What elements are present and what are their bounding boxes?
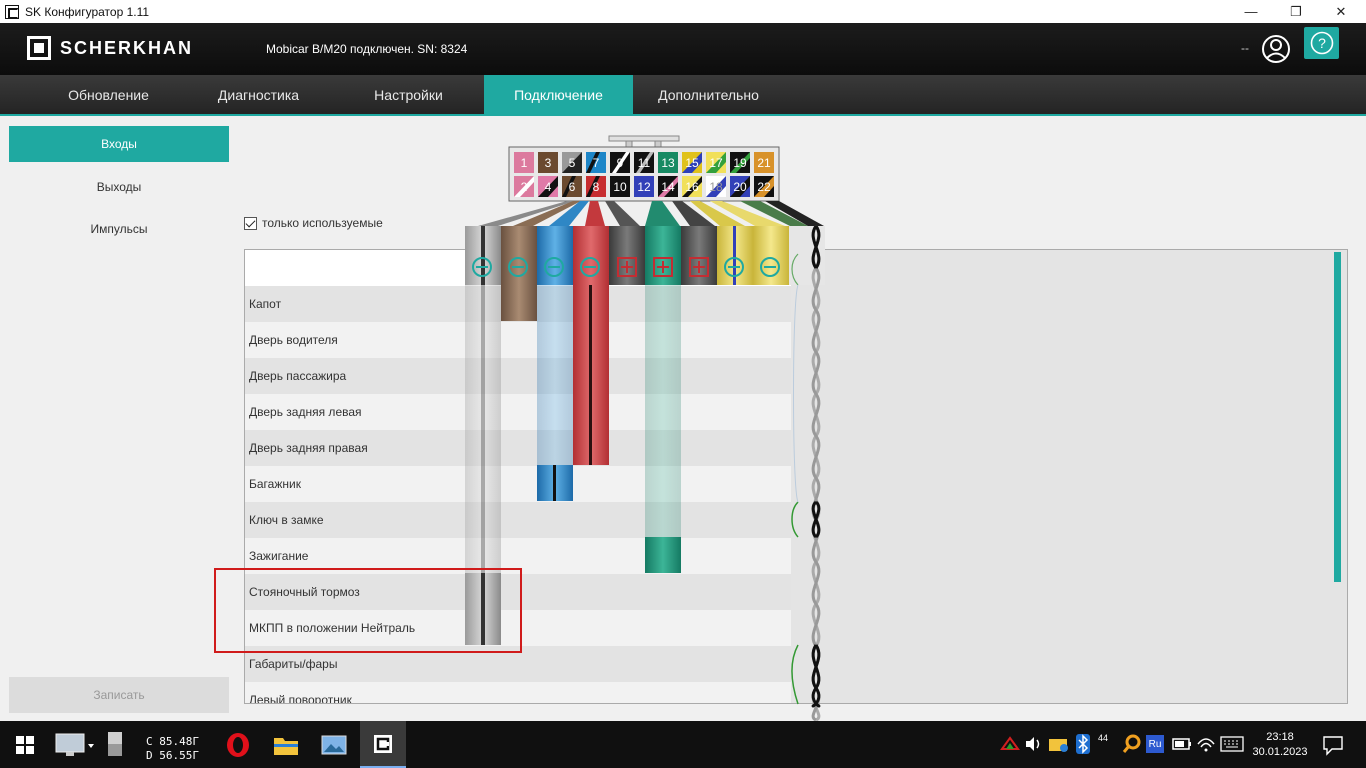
svg-text:6: 6 xyxy=(569,180,576,194)
connector-pins-bottom: 2 4 6 8 10 12 14 16 18 20 22 xyxy=(514,176,774,197)
image-viewer-icon xyxy=(321,735,347,754)
bluetooth-icon[interactable] xyxy=(1076,734,1090,754)
network-status-icon[interactable] xyxy=(1000,735,1020,753)
wiring-diagram: 1 3 5 7 9 11 13 15 17 19 21 2 4 6 8 10 1… xyxy=(465,135,825,722)
svg-text:7: 7 xyxy=(593,156,600,170)
drive-icon xyxy=(108,731,122,756)
svg-text:19: 19 xyxy=(733,156,747,170)
svg-text:16: 16 xyxy=(685,180,699,194)
taskbar: 44 Ru xyxy=(0,721,1366,768)
volume-icon[interactable] xyxy=(1024,735,1044,753)
taskbar-explorer[interactable] xyxy=(264,721,308,768)
svg-text:3: 3 xyxy=(545,156,552,170)
wire-brown xyxy=(501,285,537,321)
opera-icon xyxy=(227,732,249,757)
svg-text:22: 22 xyxy=(757,180,771,194)
svg-text:21: 21 xyxy=(757,156,771,170)
monitor-tray-app[interactable] xyxy=(50,721,98,768)
keyboard-icon[interactable] xyxy=(1220,736,1244,752)
twisted-pair xyxy=(791,225,821,722)
svg-text:15: 15 xyxy=(685,156,699,170)
windows-start-icon xyxy=(16,735,34,754)
connector-pins-top: 1 3 5 7 9 11 13 15 17 19 21 xyxy=(514,152,774,173)
wire-teal xyxy=(645,285,681,573)
svg-text:5: 5 xyxy=(569,156,576,170)
start-button[interactable] xyxy=(0,721,50,768)
svg-text:8: 8 xyxy=(593,180,600,194)
disk-usage: C 85.48Г D 56.55Г xyxy=(146,735,199,763)
system-clock[interactable]: 23:18 30.01.2023 xyxy=(1250,730,1310,760)
folder-sync-icon[interactable] xyxy=(1048,734,1070,754)
notification-count: 44 xyxy=(1098,733,1109,743)
taskbar-opera[interactable] xyxy=(216,721,260,768)
wire-blue xyxy=(537,285,573,501)
svg-text:18: 18 xyxy=(709,180,723,194)
drive-tray-app[interactable] xyxy=(100,721,130,768)
svg-text:11: 11 xyxy=(638,156,651,170)
svg-text:9: 9 xyxy=(617,156,624,170)
folder-icon xyxy=(274,737,298,755)
wifi-icon[interactable] xyxy=(1196,734,1216,752)
svg-text:1: 1 xyxy=(521,156,528,170)
svg-text:2: 2 xyxy=(521,180,528,194)
disk-d-free: D 56.55Г xyxy=(146,749,199,762)
svg-text:13: 13 xyxy=(661,156,675,170)
wire-bundle xyxy=(478,201,824,226)
highlight-box xyxy=(214,568,522,653)
taskbar-photos[interactable] xyxy=(312,721,356,768)
sk-configurator-icon xyxy=(374,734,392,753)
svg-text:17: 17 xyxy=(709,156,723,170)
search-icon[interactable] xyxy=(1122,734,1142,754)
svg-text:4: 4 xyxy=(545,180,552,194)
clock-date: 30.01.2023 xyxy=(1252,746,1308,758)
svg-text:20: 20 xyxy=(733,180,747,194)
svg-text:14: 14 xyxy=(661,180,675,194)
monitor-icon xyxy=(55,733,94,756)
language-indicator[interactable]: Ru xyxy=(1146,735,1164,753)
taskbar-sk-configurator[interactable] xyxy=(360,721,406,768)
svg-text:12: 12 xyxy=(637,180,651,194)
clock-time: 23:18 xyxy=(1266,731,1294,743)
wire-red xyxy=(573,285,609,465)
action-center-icon[interactable] xyxy=(1322,734,1344,756)
disk-c-free: C 85.48Г xyxy=(146,735,199,748)
battery-icon[interactable] xyxy=(1172,737,1192,751)
svg-text:10: 10 xyxy=(613,180,627,194)
